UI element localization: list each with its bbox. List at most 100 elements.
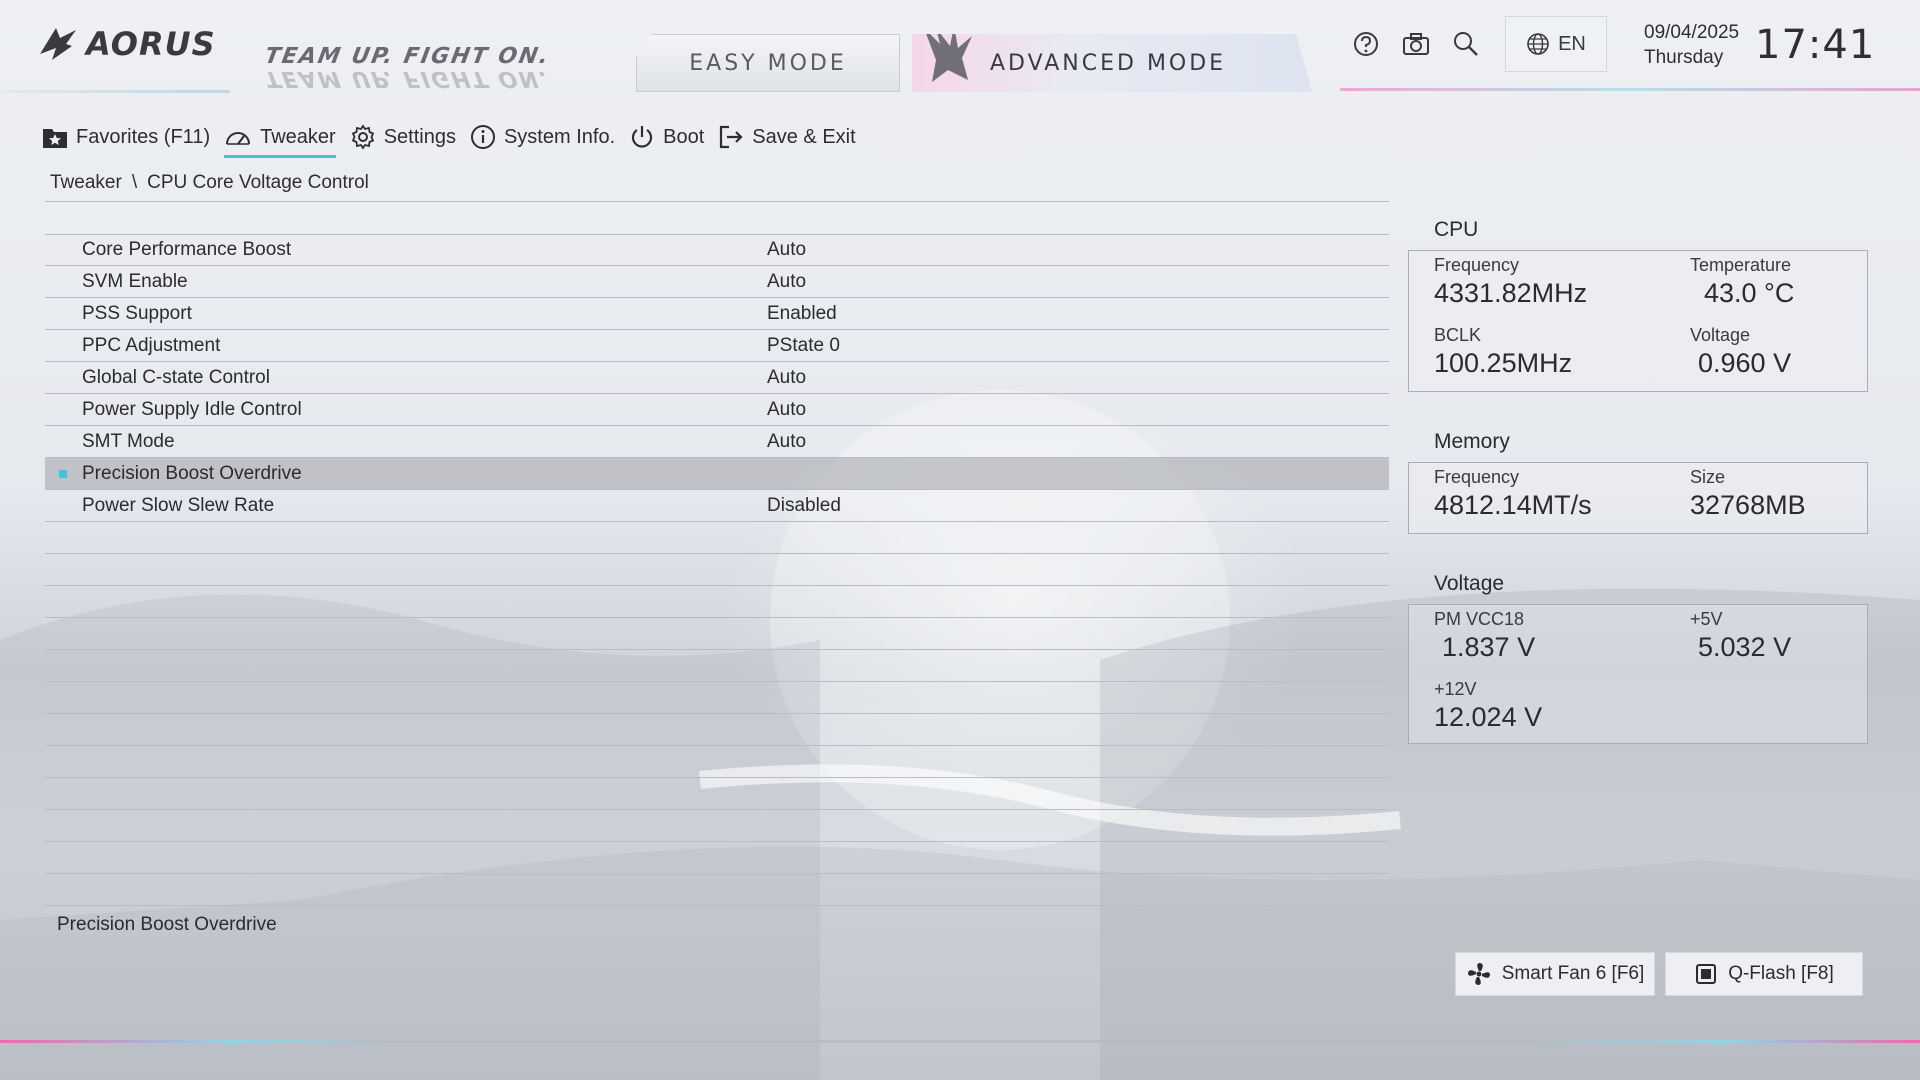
breadcrumb-separator: \	[131, 172, 138, 193]
nav-settings[interactable]: Settings	[350, 124, 456, 159]
globe-icon	[1527, 33, 1549, 55]
setting-value[interactable]: Auto	[767, 239, 806, 261]
cpu-voltage: Voltage 0.960 V	[1690, 325, 1791, 379]
memory-frequency-value: 4812.14MT/s	[1434, 490, 1592, 520]
setting-row-svm-enable[interactable]: SVM Enable Auto	[45, 266, 1389, 298]
voltage-panel-title: Voltage	[1434, 572, 1505, 595]
memory-frequency-label: Frequency	[1434, 467, 1520, 487]
advanced-mode-tab[interactable]: ADVANCED MODE	[912, 34, 1312, 92]
setting-row-power-slow-slew-rate[interactable]: Power Slow Slew Rate Disabled	[45, 490, 1389, 522]
day-text: Thursday	[1644, 47, 1724, 68]
memory-panel-title: Memory	[1434, 430, 1510, 453]
cpu-temperature-label: Temperature	[1690, 255, 1792, 275]
pm-vcc18-value: 1.837 V	[1442, 632, 1536, 662]
memory-panel: Frequency 4812.14MT/s Size 32768MB	[1408, 462, 1868, 534]
plus-5v: +5V 5.032 V	[1690, 609, 1791, 663]
nav-system-info-label: System Info.	[503, 125, 616, 148]
plus-12v: +12V 12.024 V	[1434, 679, 1542, 733]
nav-system-info[interactable]: System Info.	[470, 124, 615, 159]
setting-row-smt-mode[interactable]: SMT Mode Auto	[45, 426, 1389, 458]
plus-5v-label: +5V	[1690, 609, 1723, 629]
breadcrumb: Tweaker \ CPU Core Voltage Control	[50, 172, 369, 194]
clock: 17:41	[1755, 22, 1876, 68]
setting-label: PPC Adjustment	[82, 334, 221, 356]
setting-value[interactable]: Auto	[767, 367, 806, 389]
cpu-voltage-label: Voltage	[1690, 325, 1751, 345]
info-icon	[470, 125, 495, 149]
setting-value[interactable]: Disabled	[767, 495, 841, 517]
star-folder-icon	[43, 129, 67, 148]
easy-mode-button[interactable]: EASY MODE	[636, 34, 900, 92]
top-bar: AORUS TEAM UP. FIGHT ON. TEAM UP. FIGHT …	[0, 0, 1920, 110]
nav-save-exit[interactable]: Save & Exit	[718, 124, 856, 159]
memory-size-value: 32768MB	[1690, 490, 1806, 520]
footer-accent-line	[0, 1040, 1920, 1043]
cpu-bclk: BCLK 100.25MHz	[1434, 325, 1572, 379]
search-icon[interactable]	[1450, 28, 1482, 60]
breadcrumb-root[interactable]: Tweaker	[50, 172, 122, 194]
setting-label: SVM Enable	[82, 270, 188, 292]
selection-marker	[59, 470, 67, 478]
empty-row	[45, 810, 1389, 842]
cpu-temperature-value: 43.0 °C	[1704, 278, 1795, 308]
setting-value[interactable]: Auto	[767, 399, 806, 421]
setting-value[interactable]: Auto	[767, 431, 806, 453]
empty-row	[45, 522, 1389, 554]
nav-boot[interactable]: Boot	[629, 124, 704, 159]
cpu-bclk-label: BCLK	[1434, 325, 1482, 345]
nav-tweaker[interactable]: Tweaker	[224, 126, 336, 158]
empty-row	[45, 714, 1389, 746]
empty-row	[45, 650, 1389, 682]
setting-label: Power Slow Slew Rate	[82, 494, 275, 516]
nav-save-exit-label: Save & Exit	[752, 125, 856, 148]
setting-row-core-performance-boost[interactable]: Core Performance Boost Auto	[45, 234, 1389, 266]
setting-value[interactable]: Enabled	[767, 303, 837, 325]
speedometer-icon	[226, 132, 251, 145]
setting-label: SMT Mode	[82, 430, 175, 452]
nav-settings-label: Settings	[383, 125, 456, 148]
nav-favorites[interactable]: Favorites (F11)	[42, 125, 210, 158]
cpu-frequency: Frequency 4331.82MHz	[1434, 255, 1587, 309]
empty-row	[45, 618, 1389, 650]
date-text: 09/04/2025	[1644, 22, 1740, 43]
date-display: 09/04/2025 Thursday	[1644, 20, 1739, 70]
setting-label: Global C-state Control	[82, 366, 270, 388]
logo-text: AORUS	[86, 25, 216, 63]
memory-size: Size 32768MB	[1690, 467, 1806, 521]
qflash-button[interactable]: Q-Flash [F8]	[1665, 952, 1863, 996]
setting-row-pss-support[interactable]: PSS Support Enabled	[45, 298, 1389, 330]
setting-row-ppc-adjustment[interactable]: PPC Adjustment PState 0	[45, 330, 1389, 362]
cpu-temperature: Temperature 43.0 °C	[1690, 255, 1794, 309]
settings-list: Core Performance Boost Auto SVM Enable A…	[45, 234, 1389, 906]
empty-row	[45, 586, 1389, 618]
empty-row	[45, 874, 1389, 906]
camera-icon[interactable]	[1400, 28, 1432, 60]
plus-12v-label: +12V	[1434, 679, 1477, 699]
pm-vcc18-label: PM VCC18	[1434, 609, 1525, 629]
setting-value[interactable]: PState 0	[767, 335, 840, 357]
nav-boot-label: Boot	[663, 125, 705, 148]
memory-size-label: Size	[1690, 467, 1726, 487]
setting-value[interactable]: Auto	[767, 271, 806, 293]
setting-label: Power Supply Idle Control	[82, 398, 302, 420]
help-description: Precision Boost Overdrive	[57, 914, 277, 935]
empty-row	[45, 682, 1389, 714]
setting-label: PSS Support	[82, 302, 192, 324]
nav-favorites-label: Favorites (F11)	[76, 125, 211, 148]
setting-row-power-supply-idle-control[interactable]: Power Supply Idle Control Auto	[45, 394, 1389, 426]
setting-row-precision-boost-overdrive[interactable]: Precision Boost Overdrive	[45, 458, 1389, 490]
setting-row-global-cstate-control[interactable]: Global C-state Control Auto	[45, 362, 1389, 394]
smart-fan-button[interactable]: Smart Fan 6 [F6]	[1455, 952, 1655, 996]
top-icon-group	[1350, 28, 1482, 60]
plus-12v-value: 12.024 V	[1434, 702, 1543, 732]
empty-row	[45, 746, 1389, 778]
cpu-frequency-value: 4331.82MHz	[1434, 278, 1588, 308]
voltage-panel: PM VCC18 1.837 V +5V 5.032 V +12V 12.024…	[1408, 604, 1868, 744]
cpu-voltage-value: 0.960 V	[1698, 348, 1792, 378]
help-icon[interactable]	[1350, 28, 1382, 60]
empty-row	[45, 842, 1389, 874]
top-accent-line-left	[0, 90, 230, 93]
empty-row	[45, 554, 1389, 586]
empty-row	[45, 778, 1389, 810]
language-selector[interactable]: EN	[1505, 16, 1607, 72]
